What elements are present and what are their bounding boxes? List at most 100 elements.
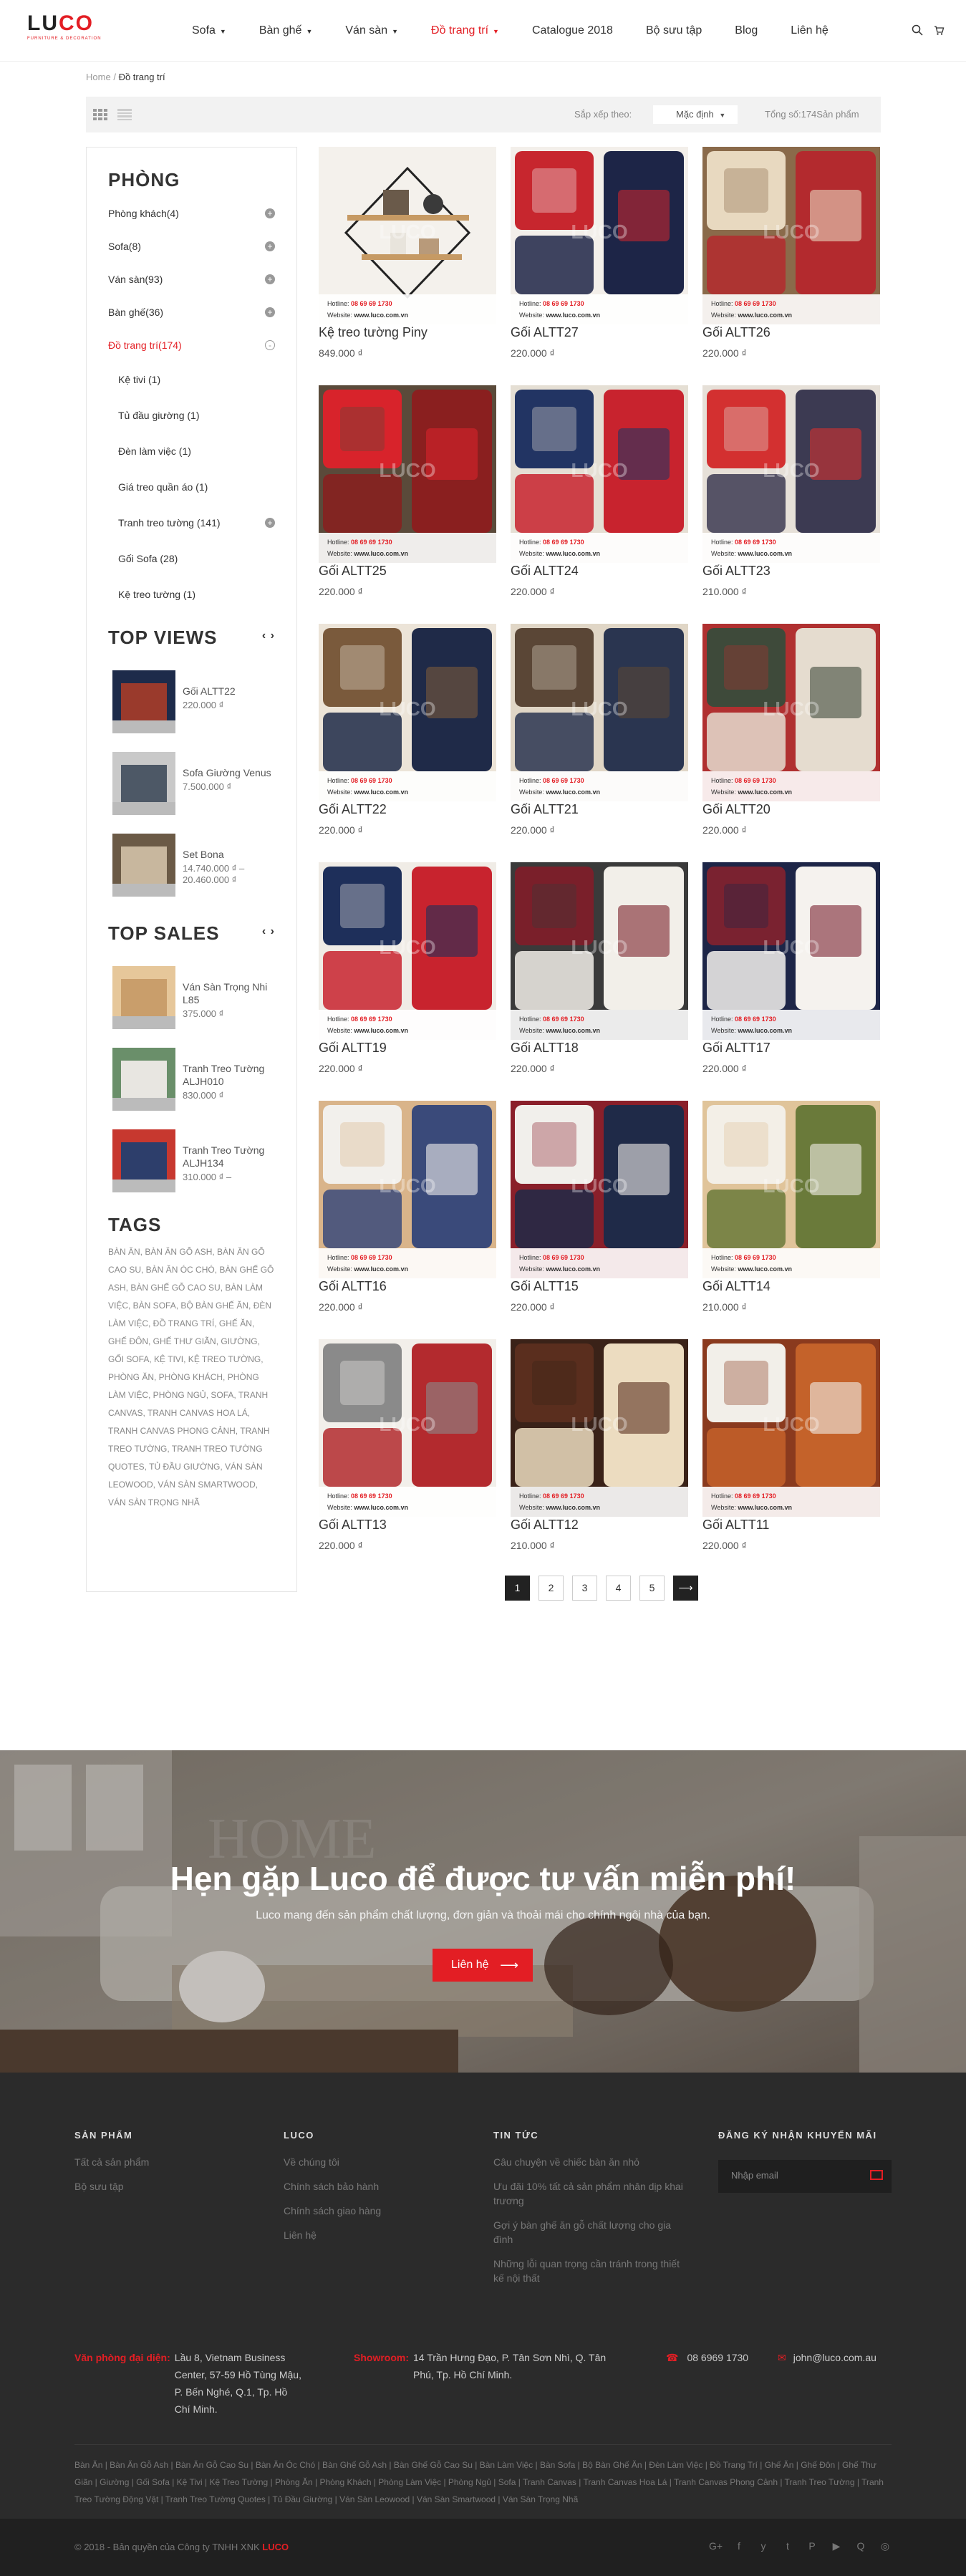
social-icon-6[interactable]: Q xyxy=(855,2540,866,2552)
product-name[interactable]: Kệ treo tường Piny xyxy=(319,324,428,340)
product-card[interactable]: Hotline: 08 69 69 1730 Website: www.luco.… xyxy=(511,1101,688,1316)
category-item[interactable]: Phòng khách(4) + xyxy=(108,197,275,230)
product-name[interactable]: Gối ALTT21 xyxy=(511,801,579,817)
mini-product-name[interactable]: Tranh Treo Tường ALJH010 xyxy=(183,1062,276,1088)
footer-link[interactable]: Gợi ý bàn ghế ăn gỗ chất lượng cho gia đ… xyxy=(493,2218,687,2247)
nav-item-3[interactable]: Đồ trang trí ▼ xyxy=(431,24,499,37)
page-button[interactable]: 3 xyxy=(572,1576,597,1601)
product-image[interactable]: Hotline: 08 69 69 1730 Website: www.luco.… xyxy=(511,1339,688,1517)
product-image[interactable]: Hotline: 08 69 69 1730 Website: www.luco.… xyxy=(702,1339,880,1517)
mini-product[interactable]: Gối ALTT22 220.000 ₫ xyxy=(108,670,275,752)
footer-link[interactable]: Về chúng tôi xyxy=(284,2155,448,2169)
newsletter-email-input[interactable]: Nhập email xyxy=(718,2160,892,2193)
page-button[interactable]: 5 xyxy=(639,1576,665,1601)
product-image[interactable]: Hotline: 08 69 69 1730 Website: www.luco.… xyxy=(319,385,496,563)
mini-product-name[interactable]: Sofa Giường Venus xyxy=(183,766,276,779)
mini-product-thumbnail[interactable] xyxy=(112,1048,175,1111)
product-card[interactable]: Hotline: 08 69 69 1730 Website: www.luco.… xyxy=(319,1101,496,1316)
product-name[interactable]: Gối ALTT14 xyxy=(702,1278,771,1294)
subcategory-item[interactable]: Tủ đầu giường (1) xyxy=(108,397,275,433)
category-item[interactable]: Sofa(8) + xyxy=(108,230,275,263)
social-icon-7[interactable]: ◎ xyxy=(879,2540,891,2552)
product-image[interactable]: Hotline: 08 69 69 1730 Website: www.luco.… xyxy=(511,624,688,801)
product-name[interactable]: Gối ALTT20 xyxy=(702,801,771,817)
nav-item-1[interactable]: Bàn ghế ▼ xyxy=(259,24,313,37)
product-card[interactable]: Hotline: 08 69 69 1730 Website: www.luco.… xyxy=(511,862,688,1077)
product-image[interactable]: Hotline: 08 69 69 1730 Website: www.luco.… xyxy=(511,1101,688,1278)
category-item[interactable]: Đồ trang trí(174) - xyxy=(108,329,275,362)
page-button[interactable]: 1 xyxy=(505,1576,530,1601)
product-image[interactable]: Hotline: 08 69 69 1730 Website: www.luco.… xyxy=(319,624,496,801)
expand-icon[interactable]: + xyxy=(265,307,275,317)
search-icon[interactable] xyxy=(912,24,923,39)
nav-item-2[interactable]: Ván sàn ▼ xyxy=(345,24,398,37)
product-name[interactable]: Gối ALTT15 xyxy=(511,1278,579,1294)
product-card[interactable]: Hotline: 08 69 69 1730 Website: www.luco.… xyxy=(319,862,496,1077)
product-image[interactable]: Hotline: 08 69 69 1730 Website: www.luco.… xyxy=(319,147,496,324)
mini-product[interactable]: Tranh Treo Tường ALJH010 830.000 ₫ xyxy=(108,1048,275,1129)
product-card[interactable]: Hotline: 08 69 69 1730 Website: www.luco.… xyxy=(511,147,688,362)
cart-icon[interactable] xyxy=(933,24,945,39)
product-name[interactable]: Gối ALTT24 xyxy=(511,563,579,579)
product-name[interactable]: Gối ALTT25 xyxy=(319,563,387,579)
product-image[interactable]: Hotline: 08 69 69 1730 Website: www.luco.… xyxy=(319,1101,496,1278)
send-mail-icon[interactable] xyxy=(870,2170,883,2180)
product-name[interactable]: Gối ALTT23 xyxy=(702,563,771,579)
product-card[interactable]: Hotline: 08 69 69 1730 Website: www.luco.… xyxy=(702,624,880,839)
footer-link[interactable]: Bộ sưu tập xyxy=(74,2179,239,2194)
product-image[interactable]: Hotline: 08 69 69 1730 Website: www.luco.… xyxy=(702,385,880,563)
product-image[interactable]: Hotline: 08 69 69 1730 Website: www.luco.… xyxy=(702,1101,880,1278)
product-name[interactable]: Gối ALTT17 xyxy=(702,1040,771,1056)
contact-button[interactable]: Liên hệ ⟶ xyxy=(433,1949,533,1982)
social-icon-5[interactable]: ▶ xyxy=(831,2540,842,2552)
category-item[interactable]: Ván sàn(93) + xyxy=(108,263,275,296)
category-item[interactable]: Bàn ghế(36) + xyxy=(108,296,275,329)
page-button[interactable]: 4 xyxy=(606,1576,631,1601)
social-icon-3[interactable]: t xyxy=(782,2540,793,2552)
sort-select[interactable]: Mặc định ▼ xyxy=(653,105,738,124)
product-name[interactable]: Gối ALTT18 xyxy=(511,1040,579,1056)
nav-item-0[interactable]: Sofa ▼ xyxy=(192,24,226,37)
social-icon-1[interactable]: f xyxy=(733,2540,745,2552)
product-card[interactable]: Hotline: 08 69 69 1730 Website: www.luco.… xyxy=(702,1101,880,1316)
product-name[interactable]: Gối ALTT22 xyxy=(319,801,387,817)
product-name[interactable]: Gối ALTT26 xyxy=(702,324,771,340)
footer-tag-links[interactable]: Bàn Ăn | Bàn Ăn Gỗ Ash | Bàn Ăn Gỗ Cao S… xyxy=(74,2456,892,2508)
list-view-icon[interactable] xyxy=(117,109,132,120)
mini-product-thumbnail[interactable] xyxy=(112,670,175,733)
product-image[interactable]: Hotline: 08 69 69 1730 Website: www.luco.… xyxy=(511,862,688,1040)
product-card[interactable]: Hotline: 08 69 69 1730 Website: www.luco.… xyxy=(511,1339,688,1554)
page-button[interactable]: 2 xyxy=(538,1576,564,1601)
product-card[interactable]: Hotline: 08 69 69 1730 Website: www.luco.… xyxy=(319,1339,496,1554)
subcategory-item[interactable]: Kệ tivi (1) xyxy=(108,362,275,397)
subcategory-item[interactable]: Gối Sofa (28) xyxy=(108,541,275,577)
product-name[interactable]: Gối ALTT11 xyxy=(702,1517,769,1533)
mini-product-name[interactable]: Ván Sàn Trọng Nhi L85 xyxy=(183,980,276,1006)
subcategory-item[interactable]: Kệ treo tường (1) xyxy=(108,577,275,612)
tag-cloud[interactable]: BÀN ĂN, BÀN ĂN GỖ ASH, BÀN ĂN GỖ CAO SU,… xyxy=(108,1243,275,1512)
collapse-icon[interactable]: - xyxy=(265,340,275,350)
mini-product-thumbnail[interactable] xyxy=(112,752,175,815)
product-image[interactable]: Hotline: 08 69 69 1730 Website: www.luco.… xyxy=(702,147,880,324)
footer-link[interactable]: Liên hệ xyxy=(284,2228,448,2242)
product-image[interactable]: Hotline: 08 69 69 1730 Website: www.luco.… xyxy=(511,385,688,563)
footer-link[interactable]: Tất cả sản phẩm xyxy=(74,2155,239,2169)
mini-product-thumbnail[interactable] xyxy=(112,834,175,897)
product-card[interactable]: Hotline: 08 69 69 1730 Website: www.luco.… xyxy=(702,862,880,1077)
footer-link[interactable]: Ưu đãi 10% tất cả sản phẩm nhân dịp khai… xyxy=(493,2179,687,2208)
subcategory-item[interactable]: Đèn làm việc (1) xyxy=(108,433,275,469)
footer-link[interactable]: Câu chuyện về chiếc bàn ăn nhỏ xyxy=(493,2155,687,2169)
footer-link[interactable]: Chính sách giao hàng xyxy=(284,2204,448,2218)
mini-product[interactable]: Tranh Treo Tường ALJH134 310.000 ₫ – xyxy=(108,1129,275,1211)
product-image[interactable]: Hotline: 08 69 69 1730 Website: www.luco.… xyxy=(702,862,880,1040)
email-contact[interactable]: ✉ john@luco.com.au xyxy=(778,2349,876,2366)
top-views-arrows[interactable]: ‹ › xyxy=(262,629,275,642)
social-icon-4[interactable]: P xyxy=(806,2540,818,2552)
product-name[interactable]: Gối ALTT19 xyxy=(319,1040,387,1056)
phone-contact[interactable]: ☎ 08 6969 1730 xyxy=(666,2349,748,2366)
product-name[interactable]: Gối ALTT27 xyxy=(511,324,579,340)
social-icon-0[interactable]: G+ xyxy=(709,2540,723,2552)
mini-product[interactable]: Ván Sàn Trọng Nhi L85 375.000 ₫ xyxy=(108,966,275,1048)
product-image[interactable]: Hotline: 08 69 69 1730 Website: www.luco.… xyxy=(511,147,688,324)
next-page-button[interactable]: ⟶ xyxy=(673,1576,698,1601)
